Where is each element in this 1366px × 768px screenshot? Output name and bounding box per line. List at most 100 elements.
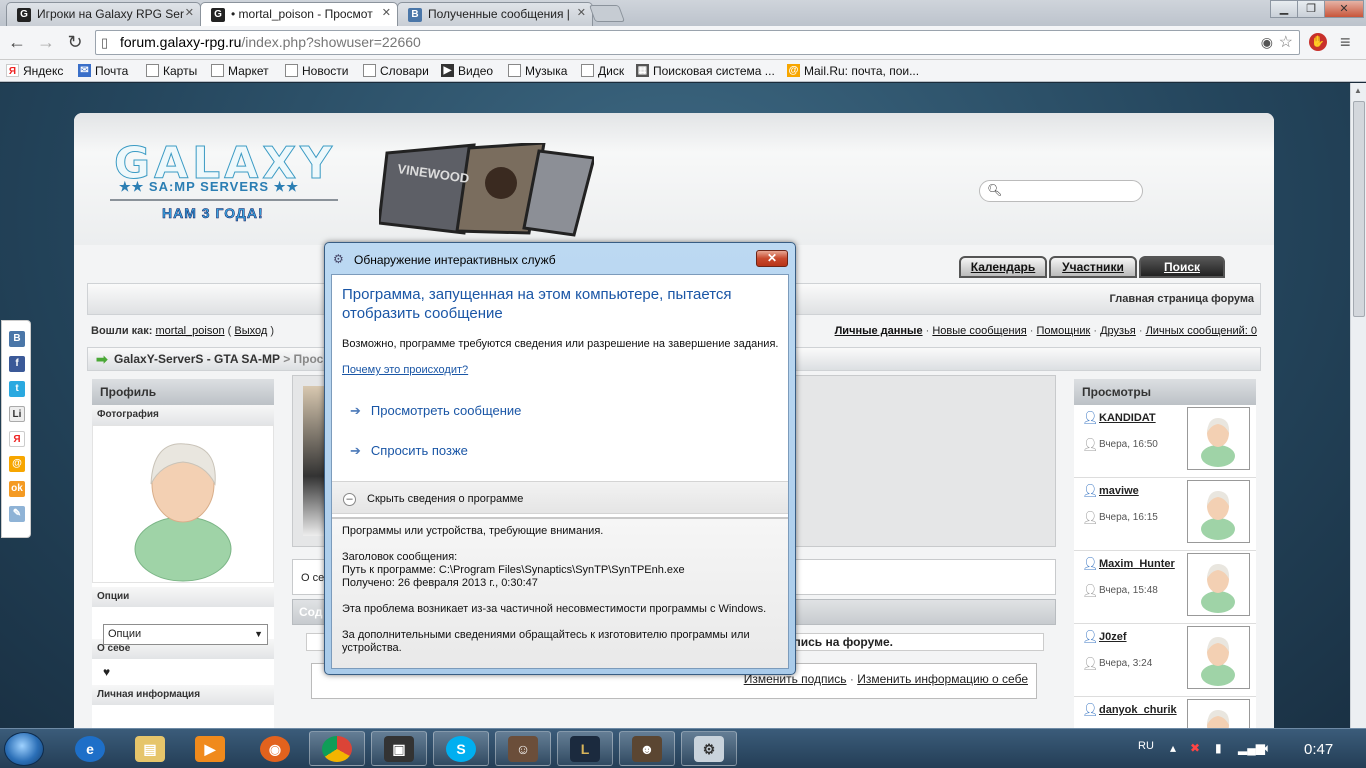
facebook-icon[interactable]: f: [9, 356, 25, 372]
info-icon[interactable]: ◉: [1261, 31, 1273, 54]
tab-close-icon[interactable]: ✕: [382, 6, 391, 19]
taskbar-chrome[interactable]: [309, 731, 365, 766]
tray-expand-icon[interactable]: ▴: [1170, 741, 1176, 755]
bookmark-music[interactable]: Музыка: [508, 64, 567, 78]
reload-icon[interactable]: ↻: [64, 32, 86, 52]
twitter-icon[interactable]: t: [9, 381, 25, 397]
viewer-name[interactable]: KANDIDAT: [1099, 412, 1156, 424]
details-toggle[interactable]: – Скрыть сведения о программе: [332, 481, 788, 514]
odnoklassniki-icon[interactable]: ok: [9, 481, 25, 497]
browser-tab[interactable]: G Игроки на Galaxy RPG Ser ✕: [6, 2, 201, 26]
scrollbar-thumb[interactable]: [1353, 101, 1365, 317]
liveinternet-icon[interactable]: Li: [9, 406, 25, 422]
viewer-avatar[interactable]: [1187, 553, 1250, 616]
viewer-avatar[interactable]: [1187, 407, 1250, 470]
forward-icon[interactable]: →: [35, 32, 57, 52]
viewer-name[interactable]: maviwe: [1099, 485, 1139, 497]
link-friends[interactable]: Друзья: [1100, 325, 1136, 337]
edit-about-link[interactable]: Изменить информацию о себе: [857, 672, 1028, 686]
menu-icon[interactable]: ≡: [1340, 32, 1351, 53]
yandex-icon[interactable]: Я: [9, 431, 25, 447]
volume-icon[interactable]: 🔈︎: [1264, 741, 1271, 756]
link-new-posts[interactable]: Новые сообщения: [932, 325, 1026, 337]
page-icon: [146, 64, 159, 77]
why-link[interactable]: Почему это происходит?: [342, 364, 468, 376]
firefox-icon: ◉: [260, 736, 290, 762]
vk-icon[interactable]: В: [9, 331, 25, 347]
clock[interactable]: 0:47: [1304, 741, 1333, 758]
tab-calendar[interactable]: Календарь: [959, 256, 1047, 278]
about-tab[interactable]: О се: [301, 572, 324, 584]
view-message-option[interactable]: ➔ Просмотреть сообщение: [350, 403, 521, 419]
battery-icon[interactable]: ▮: [1215, 741, 1222, 755]
views-sidebar: Просмотры 👤︎ KANDIDAT 👤︎ Вчера, 16:50 👤︎…: [1074, 379, 1256, 728]
bookmark-maps[interactable]: Карты: [146, 64, 197, 78]
taskbar-gta[interactable]: ☻: [619, 731, 675, 766]
mailru-icon[interactable]: @: [9, 456, 25, 472]
about-text: ♥: [103, 665, 111, 679]
logged-in-bar: Вошли как: mortal_poison ( Выход ): [91, 325, 275, 337]
taskbar-samp[interactable]: ☺: [495, 731, 551, 766]
viewer-name[interactable]: Maxim_Hunter: [1099, 558, 1175, 570]
viewer-name[interactable]: danyok_churik: [1099, 704, 1177, 716]
bookmark-dict[interactable]: Словари: [363, 64, 429, 78]
start-button[interactable]: [4, 732, 44, 766]
minimize-button[interactable]: ▁: [1270, 0, 1298, 18]
viewer-time: Вчера, 16:15: [1099, 512, 1158, 523]
tab-close-icon[interactable]: ✕: [185, 6, 194, 19]
viewer-avatar[interactable]: [1187, 626, 1250, 689]
taskbar-mta[interactable]: ▣: [371, 731, 427, 766]
link-messages[interactable]: Личных сообщений: 0: [1146, 325, 1257, 337]
link-helper[interactable]: Помощник: [1037, 325, 1091, 337]
taskbar-ie[interactable]: e: [62, 731, 118, 766]
taskbar-lol[interactable]: L: [557, 731, 613, 766]
taskbar-media[interactable]: ▶: [182, 731, 238, 766]
bookmark-search[interactable]: ▦ Поисковая система ...: [636, 64, 775, 78]
tab-members[interactable]: Участники: [1049, 256, 1137, 278]
address-bar[interactable]: ▯ forum.galaxy-rpg.ru/index.php?showuser…: [95, 30, 1300, 55]
close-window-button[interactable]: ✕: [1324, 0, 1364, 18]
bookmark-mailru[interactable]: @ Mail.Ru: почта, пои...: [787, 64, 919, 78]
viewer-name[interactable]: J0zef: [1099, 631, 1127, 643]
taskbar-services[interactable]: ⚙: [681, 731, 737, 766]
language-indicator[interactable]: RU: [1138, 740, 1154, 752]
new-tab-button[interactable]: [588, 5, 626, 22]
league-icon: L: [570, 736, 600, 762]
personal-info-label: Личная информация: [92, 685, 274, 705]
bookmark-yandex[interactable]: Я Яндекс: [6, 64, 63, 78]
blog-icon[interactable]: ✎: [9, 506, 25, 522]
taskbar-firefox[interactable]: ◉: [247, 731, 303, 766]
signal-icon[interactable]: ▂▄▆: [1238, 741, 1265, 755]
scroll-up-icon[interactable]: ▲: [1354, 86, 1362, 95]
bookmark-market[interactable]: Маркет: [211, 64, 269, 78]
breadcrumb-link[interactable]: GalaxY-ServerS - GTA SA-MP: [114, 352, 280, 366]
bookmark-video[interactable]: ▶ Видео: [441, 64, 493, 78]
home-link[interactable]: Главная страница форума: [1110, 293, 1254, 305]
viewer-avatar[interactable]: [1187, 699, 1250, 728]
browser-tab-active[interactable]: G • mortal_poison - Просмот ✕: [200, 2, 398, 27]
ask-later-option[interactable]: ➔ Спросить позже: [350, 443, 468, 459]
logout-link[interactable]: Выход: [234, 325, 267, 337]
tab-search[interactable]: Поиск: [1139, 256, 1225, 278]
page-scrollbar[interactable]: ▲: [1350, 83, 1366, 728]
maximize-button[interactable]: ❐: [1297, 0, 1325, 18]
back-icon[interactable]: ←: [6, 32, 28, 52]
bookmark-disk[interactable]: Диск: [581, 64, 624, 78]
taskbar-skype[interactable]: S: [433, 731, 489, 766]
forum-search-input[interactable]: 🔍︎: [979, 180, 1143, 202]
taskbar-explorer[interactable]: ▤: [122, 731, 178, 766]
options-select[interactable]: Опции ▼: [103, 624, 268, 645]
username-link[interactable]: mortal_poison: [156, 325, 225, 337]
bookmark-mail[interactable]: ✉ Почта: [78, 64, 128, 78]
link-profile[interactable]: Личные данные: [835, 325, 923, 337]
browser-tab[interactable]: В Полученные сообщения | ✕: [397, 2, 593, 26]
dialog-close-button[interactable]: ✕: [756, 250, 788, 267]
tab-close-icon[interactable]: ✕: [577, 6, 586, 19]
bookmark-news[interactable]: Новости: [285, 64, 348, 78]
viewer-avatar[interactable]: [1187, 480, 1250, 543]
star-icon[interactable]: ☆: [1279, 31, 1293, 54]
network-error-icon[interactable]: ✖: [1190, 741, 1200, 755]
grid-icon: ▦: [636, 64, 649, 77]
adblock-icon[interactable]: ✋: [1309, 33, 1327, 51]
interactive-services-dialog: ⚙ Обнаружение интерактивных служб ✕ Прог…: [324, 242, 796, 675]
